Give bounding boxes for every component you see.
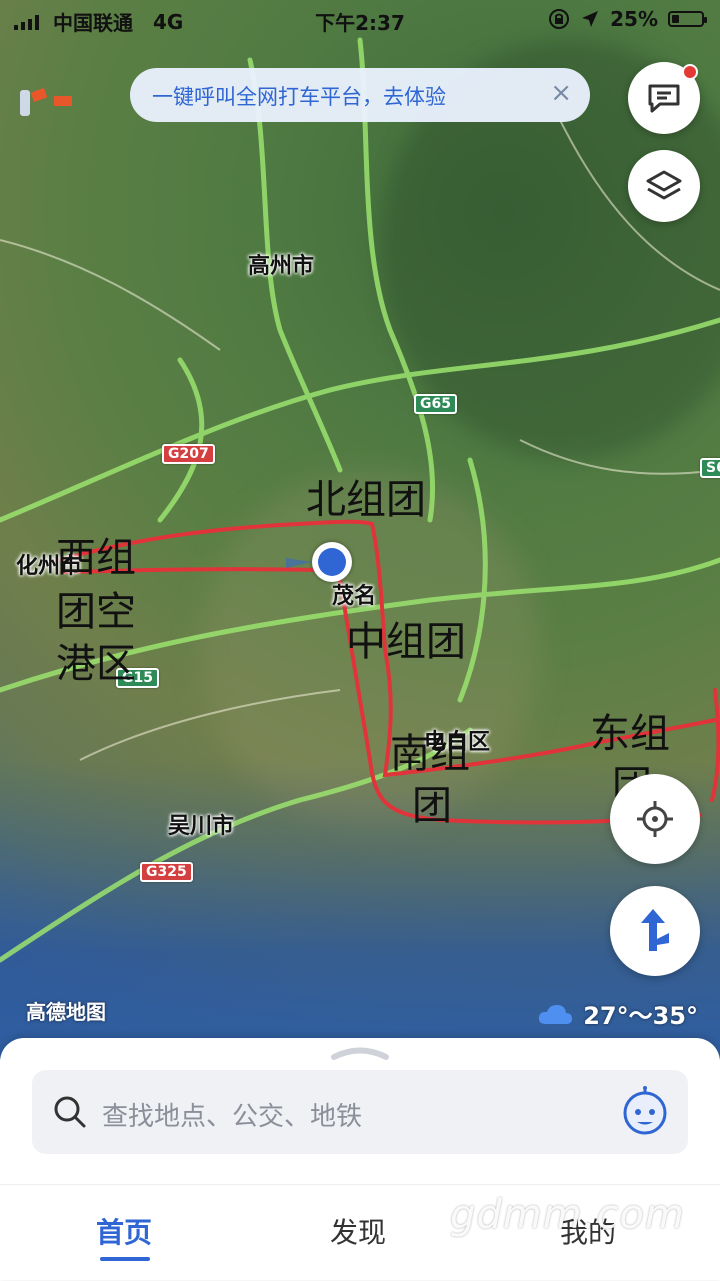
message-bubble-icon	[648, 84, 680, 113]
outline-east	[710, 688, 720, 802]
location-arrow-icon	[582, 11, 599, 27]
bottom-sheet[interactable]: 查找地点、公交、地铁 首页 发现 我的	[0, 1038, 720, 1280]
lock-rotation-icon	[549, 9, 570, 29]
weather-temperature: 27°～35°	[583, 1002, 698, 1030]
annotation-west-1: 西组	[56, 535, 136, 581]
car-icon[interactable]	[14, 84, 84, 124]
tab-home-indicator	[100, 1257, 150, 1261]
voice-assistant-icon[interactable]	[620, 1086, 670, 1136]
site-watermark: gdmm.com	[450, 1192, 685, 1238]
cloud-icon	[539, 1004, 573, 1024]
tab-discover[interactable]: 发现	[330, 1211, 386, 1251]
crosshair-icon	[637, 801, 673, 837]
search-icon	[54, 1096, 86, 1128]
notification-dot	[682, 64, 698, 80]
battery-icon	[668, 11, 707, 27]
annotation-east-1: 东组	[590, 711, 670, 757]
map-view[interactable]: G65 G207 G325 G15 S6 高州市 化州市 茂名 电白区 吴川市 …	[0, 0, 720, 1060]
status-bar: 中国联通 4G 下午2:37 25%	[0, 0, 720, 40]
weather-widget[interactable]: 27°～35°	[537, 996, 698, 1031]
messages-button[interactable]	[628, 62, 700, 134]
annotation-north: 北组团	[306, 477, 426, 523]
search-bar[interactable]: 查找地点、公交、地铁	[32, 1070, 688, 1154]
annotation-south-2: 团	[412, 783, 452, 829]
highway-badge-g325: G325	[140, 862, 193, 882]
annotation-west-3: 港区	[56, 641, 136, 687]
battery-percentage: 25%	[610, 7, 658, 31]
city-label-wuchuan[interactable]: 吴川市	[168, 808, 234, 840]
annotation-west-2: 团空	[56, 589, 136, 635]
locate-button[interactable]	[610, 774, 700, 864]
layers-icon	[646, 170, 682, 200]
current-location-marker[interactable]	[286, 542, 352, 582]
search-input[interactable]: 查找地点、公交、地铁	[102, 1096, 362, 1133]
promo-banner[interactable]: 一键呼叫全网打车平台，去体验 ×	[130, 68, 590, 122]
highway-badge-s: S6	[700, 458, 720, 478]
highway-badge-g207: G207	[162, 444, 215, 464]
city-label-gaozhou[interactable]: 高州市	[248, 248, 314, 280]
sheet-handle-icon[interactable]	[330, 1044, 390, 1060]
tab-home[interactable]: 首页	[96, 1211, 152, 1251]
highway-badge-g65: G65	[414, 394, 457, 414]
layers-button[interactable]	[628, 150, 700, 222]
route-arrow-icon	[641, 909, 669, 951]
banner-text[interactable]: 一键呼叫全网打车平台，去体验	[152, 81, 446, 111]
annotation-middle: 中组团	[346, 619, 466, 665]
annotation-outlines	[58, 519, 720, 825]
route-button[interactable]	[610, 886, 700, 976]
map-brand-logo: 高德地图	[26, 1000, 106, 1024]
close-icon[interactable]: ×	[550, 78, 572, 108]
annotation-south-1: 南组	[390, 731, 470, 777]
